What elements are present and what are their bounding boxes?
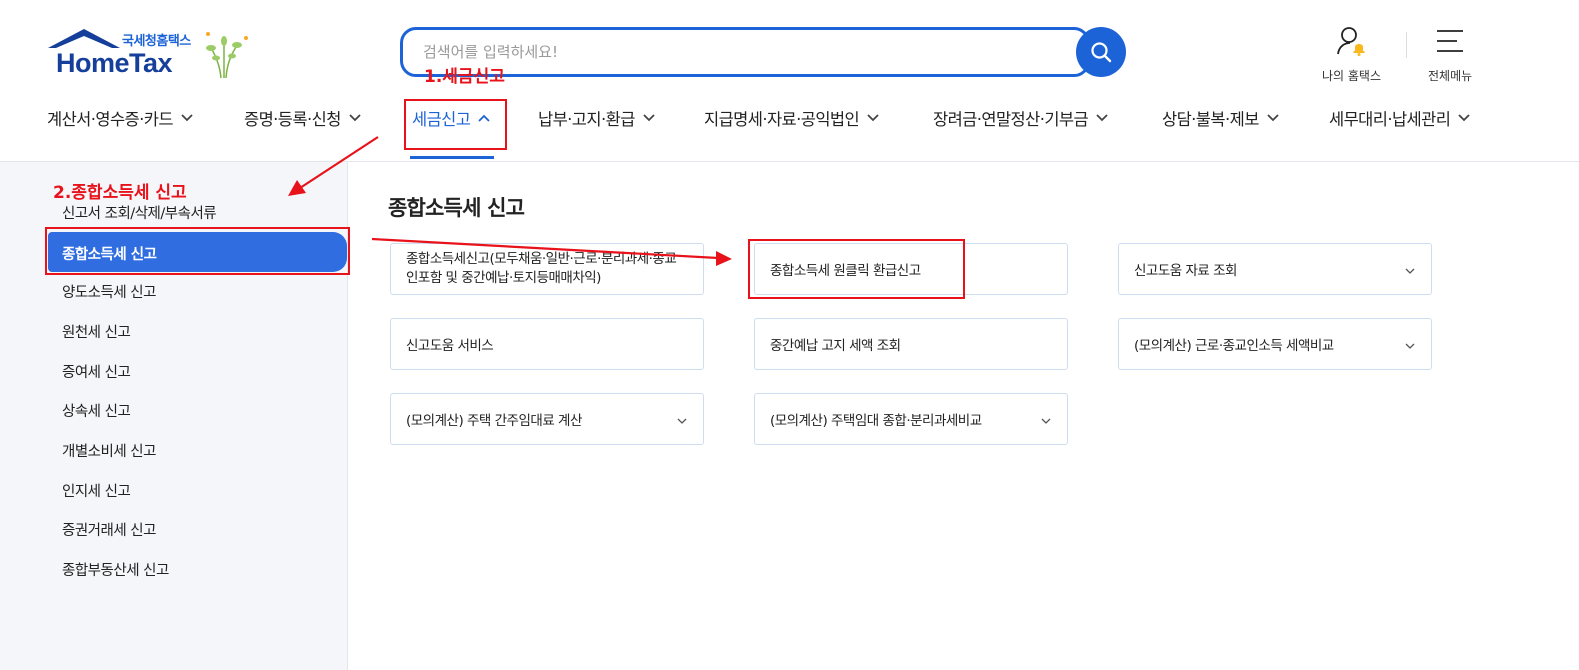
card-label: (모의계산) 주택임대 종합·분리과세비교: [770, 413, 982, 429]
all-menu-label: 전체메뉴: [1428, 69, 1473, 83]
gnb-label: 세무대리·납세관리: [1329, 110, 1451, 129]
page-title: 종합소득세 신고: [388, 196, 525, 220]
lnb-item-inheritance[interactable]: 상속세 신고: [62, 400, 131, 421]
search-input[interactable]: [400, 27, 1090, 77]
chevron-down-icon: [1458, 114, 1470, 122]
gnb-label: 납부·고지·환급: [538, 110, 635, 129]
logo-subtitle: 국세청홈택스: [122, 34, 191, 49]
gnb-certificate-registration[interactable]: 증명·등록·신청: [244, 106, 361, 130]
search-icon: [1091, 42, 1112, 63]
my-hometax-button[interactable]: 나의 홈택스: [1322, 26, 1381, 84]
chevron-down-icon: [181, 114, 193, 122]
gnb-label: 증명·등록·신청: [244, 110, 341, 129]
chevron-down-icon: [1405, 343, 1415, 349]
lnb-item-filing-lookup[interactable]: 신고서 조회/삭제/부속서류: [62, 202, 217, 223]
lnb-item-excise[interactable]: 개별소비세 신고: [62, 440, 157, 461]
gnb-label: 계산서·영수증·카드: [47, 110, 174, 129]
lnb-active-label: 종합소득세 신고: [62, 247, 157, 263]
chevron-down-icon: [677, 418, 687, 424]
lnb-item-stamp-tax[interactable]: 인지세 신고: [62, 480, 131, 501]
chevron-down-icon: [1096, 114, 1108, 122]
gnb-payment-refund[interactable]: 납부·고지·환급: [538, 106, 655, 130]
card-label: 종합소득세신고(모두채움·일반·근로·분리과세·종교인포함 및 중간예납·토지등…: [406, 251, 677, 286]
chevron-down-icon: [1267, 114, 1279, 122]
utility-divider: [1406, 32, 1407, 58]
gnb-consult-appeal[interactable]: 상담·불복·제보: [1162, 106, 1279, 130]
chevron-down-icon: [349, 114, 361, 122]
chevron-down-icon: [643, 114, 655, 122]
card-label: (모의계산) 근로·종교인소득 세액비교: [1134, 338, 1334, 354]
card-mock-calc-tax-compare[interactable]: (모의계산) 근로·종교인소득 세액비교: [1118, 318, 1432, 370]
gnb-incentive-yearend[interactable]: 장려금·연말정산·기부금: [933, 106, 1108, 130]
chevron-up-icon: [478, 114, 490, 122]
lnb-item-gift-tax[interactable]: 증여세 신고: [62, 361, 131, 382]
card-label: 신고도움 자료 조회: [1134, 263, 1237, 279]
logo-title: HomeTax: [56, 48, 173, 78]
hometax-logo[interactable]: 국세청홈택스 HomeTax: [46, 26, 261, 82]
my-hometax-label: 나의 홈택스: [1322, 69, 1382, 83]
gnb-tax-filing[interactable]: 세금신고: [412, 106, 490, 130]
lnb-item-real-estate[interactable]: 종합부동산세 신고: [62, 559, 169, 580]
card-label: (모의계산) 주택 간주임대료 계산: [406, 413, 582, 429]
card-mock-calc-deemed-rent[interactable]: (모의계산) 주택 간주임대료 계산: [390, 393, 704, 445]
active-menu-underline: [410, 156, 494, 159]
chevron-down-icon: [1041, 418, 1051, 424]
side-navigation: 신고서 조회/삭제/부속서류 종합소득세 신고 양도소득세 신고 원천세 신고 …: [0, 162, 348, 670]
card-filing-help-service[interactable]: 신고도움 서비스: [390, 318, 704, 370]
chevron-down-icon: [867, 114, 879, 122]
card-filing-help-data[interactable]: 신고도움 자료 조회: [1118, 243, 1432, 295]
gnb-tax-agent[interactable]: 세무대리·납세관리: [1329, 106, 1470, 130]
main-navigation: 계산서·영수증·카드 증명·등록·신청 세금신고 납부·고지·환급 지급명세·자…: [0, 96, 1579, 159]
card-mock-calc-rental-compare[interactable]: (모의계산) 주택임대 종합·분리과세비교: [754, 393, 1068, 445]
user-bell-icon: [1336, 27, 1364, 56]
chevron-down-icon: [1405, 268, 1415, 274]
lnb-item-withholding[interactable]: 원천세 신고: [62, 321, 131, 342]
card-global-income-filing[interactable]: 종합소득세신고(모두채움·일반·근로·분리과세·종교인포함 및 중간예납·토지등…: [390, 243, 704, 295]
gnb-label: 장려금·연말정산·기부금: [933, 110, 1089, 129]
gnb-payment-statement[interactable]: 지급명세·자료·공익법인: [704, 106, 879, 130]
hamburger-menu-icon: [1437, 30, 1464, 52]
gnb-label: 세금신고: [412, 110, 471, 129]
card-label: 신고도움 서비스: [406, 338, 494, 354]
lnb-item-global-income-tax[interactable]: 종합소득세 신고: [48, 232, 347, 272]
site-header: 국세청홈택스 HomeTax 나의 홈택스 전체메뉴 계산서·: [0, 0, 1579, 162]
lnb-item-securities[interactable]: 증권거래세 신고: [62, 519, 157, 540]
gnb-invoice-receipt-card[interactable]: 계산서·영수증·카드: [47, 106, 193, 130]
gnb-label: 지급명세·자료·공익법인: [704, 110, 860, 129]
card-oneclick-refund[interactable]: 종합소득세 원클릭 환급신고: [754, 243, 1068, 295]
search-bar: [400, 27, 1126, 77]
card-label: 종합소득세 원클릭 환급신고: [770, 263, 921, 279]
card-label: 중간예납 고지 세액 조회: [770, 338, 901, 354]
search-button[interactable]: [1076, 27, 1126, 77]
all-menu-button[interactable]: 전체메뉴: [1428, 26, 1472, 84]
gnb-label: 상담·불복·제보: [1162, 110, 1259, 129]
lnb-item-capital-gains[interactable]: 양도소득세 신고: [62, 281, 157, 302]
card-interim-prepayment[interactable]: 중간예납 고지 세액 조회: [754, 318, 1068, 370]
